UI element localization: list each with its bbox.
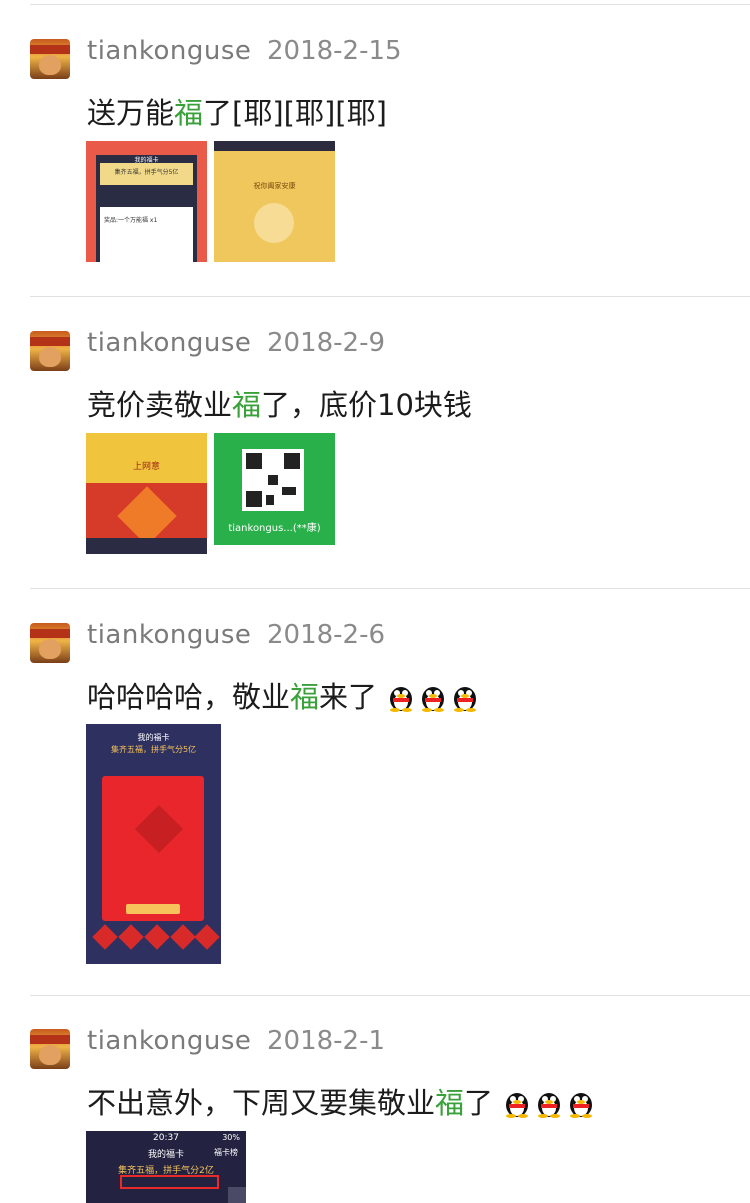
fu-highlight: 福 bbox=[232, 388, 262, 422]
penguin-emoji-icon bbox=[506, 1093, 529, 1118]
post-image[interactable]: 我的福卡 集齐五福，拼手气分5亿 bbox=[86, 724, 221, 964]
post-image[interactable]: tiankongus...(**康) bbox=[214, 433, 335, 545]
thumb-text: 祝你阖家安康 bbox=[253, 182, 296, 190]
user-name[interactable]: tiankonguse bbox=[87, 36, 251, 66]
post-date: 2018-2-1 bbox=[267, 1026, 386, 1056]
thumb-text: 福卡榜 bbox=[214, 1148, 238, 1157]
text-after: 了，底价10块钱 bbox=[261, 388, 472, 422]
fu-highlight: 福 bbox=[174, 96, 204, 130]
post-date: 2018-2-15 bbox=[267, 36, 402, 66]
thumb-text: tiankongus...(**康) bbox=[228, 523, 321, 534]
post-image[interactable]: 祝你阖家安康 bbox=[214, 141, 335, 262]
penguin-emoji-icon bbox=[454, 687, 477, 712]
penguin-emoji-icon bbox=[422, 687, 445, 712]
divider bbox=[30, 588, 750, 589]
avatar[interactable] bbox=[30, 39, 70, 79]
post-date: 2018-2-9 bbox=[267, 328, 386, 358]
thumb-text: 上网意 bbox=[132, 462, 160, 472]
text-after: 了[耶][耶][耶] bbox=[203, 96, 387, 130]
post-image[interactable]: 20:37 30% 我的福卡 福卡榜 集齐五福，拼手气分2亿 bbox=[86, 1131, 246, 1203]
user-name[interactable]: tiankonguse bbox=[87, 620, 251, 650]
penguin-emoji-icon bbox=[538, 1093, 561, 1118]
text-after: 了 bbox=[464, 1086, 494, 1120]
text-before: 不出意外，下周又要集敬业 bbox=[87, 1086, 436, 1120]
fu-highlight: 福 bbox=[290, 680, 320, 714]
penguin-emoji-icon bbox=[570, 1093, 593, 1118]
text-after: 来了 bbox=[319, 680, 378, 714]
post-date: 2018-2-6 bbox=[267, 620, 386, 650]
avatar[interactable] bbox=[30, 623, 70, 663]
thumb-text: 集齐五福，拼手气分5亿 bbox=[110, 745, 197, 754]
post-image[interactable]: 集齐五福，拼手气分5亿 我的福卡 奖品:一个万能福 x1 bbox=[86, 141, 207, 262]
post-image[interactable]: 上网意 bbox=[86, 433, 207, 554]
fu-highlight: 福 bbox=[435, 1086, 465, 1120]
text-before: 哈哈哈哈，敬业 bbox=[87, 680, 291, 714]
penguin-emoji-icon bbox=[390, 687, 413, 712]
thumb-text: 奖品:一个万能福 x1 bbox=[104, 217, 158, 224]
post-text: 不出意外，下周又要集敬业福了 bbox=[87, 1080, 598, 1122]
post-text: 送万能福了[耶][耶][耶] bbox=[87, 90, 387, 132]
text-before: 竞价卖敬业 bbox=[87, 388, 233, 422]
thumb-text: 我的福卡 bbox=[137, 733, 170, 742]
avatar[interactable] bbox=[30, 331, 70, 371]
thumb-text: 30% bbox=[222, 1133, 240, 1142]
user-name[interactable]: tiankonguse bbox=[87, 328, 251, 358]
post-text: 竞价卖敬业福了，底价10块钱 bbox=[87, 382, 472, 424]
user-name[interactable]: tiankonguse bbox=[87, 1026, 251, 1056]
avatar[interactable] bbox=[30, 1029, 70, 1069]
post-text: 哈哈哈哈，敬业福来了 bbox=[87, 674, 482, 716]
divider bbox=[30, 995, 750, 996]
divider bbox=[30, 296, 750, 297]
thumb-text: 集齐五福，拼手气分5亿 bbox=[114, 169, 179, 176]
text-before: 送万能 bbox=[87, 96, 175, 130]
divider-top bbox=[30, 4, 750, 5]
thumb-text: 我的福卡 bbox=[134, 157, 159, 164]
